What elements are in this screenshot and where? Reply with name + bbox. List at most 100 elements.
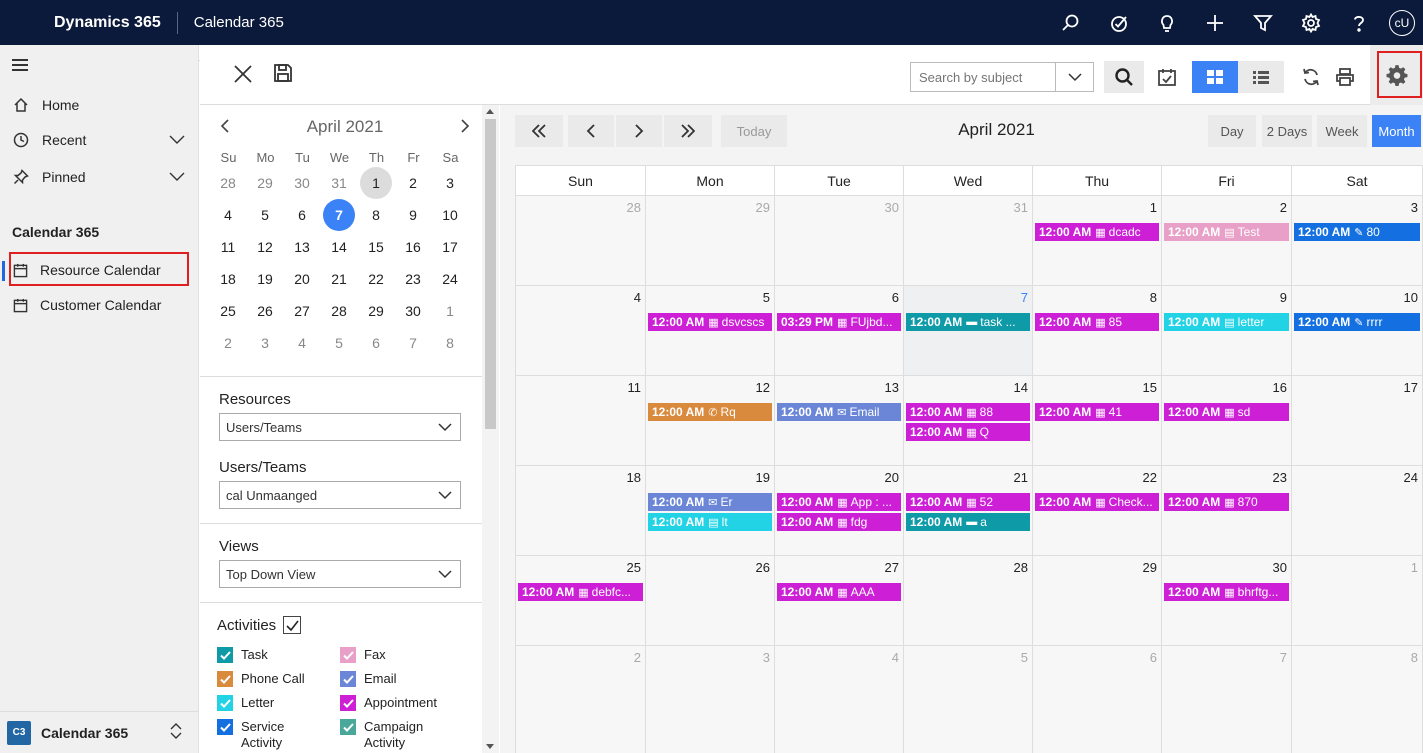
view-week-button[interactable]: Week: [1317, 115, 1367, 147]
day-cell[interactable]: 7: [1162, 646, 1292, 753]
day-cell[interactable]: 18: [516, 466, 646, 556]
day-number[interactable]: 11: [628, 380, 642, 395]
mini-calendar-day[interactable]: 2: [397, 167, 429, 199]
day-cell[interactable]: 16 12:00 AM ▦ sd: [1162, 376, 1292, 466]
hamburger-menu-icon[interactable]: [12, 59, 28, 74]
day-number[interactable]: 4: [892, 650, 899, 665]
mini-calendar-day[interactable]: 29: [249, 167, 281, 199]
calendar-event[interactable]: 12:00 AM ▬ a: [906, 513, 1030, 531]
mini-calendar-day[interactable]: 30: [397, 295, 429, 327]
day-number[interactable]: 29: [1143, 560, 1157, 575]
calendar-event[interactable]: 12:00 AM ✎ 80: [1294, 223, 1420, 241]
day-number[interactable]: 8: [1411, 650, 1418, 665]
day-cell[interactable]: 8 12:00 AM ▦ 85: [1033, 286, 1162, 376]
chevron-down-icon[interactable]: [1055, 63, 1093, 91]
day-number[interactable]: 6: [1150, 650, 1157, 665]
mini-calendar-day[interactable]: 8: [360, 199, 392, 231]
calendar-event[interactable]: 12:00 AM ▤ lt: [648, 513, 772, 531]
mini-calendar-day[interactable]: 28: [323, 295, 355, 327]
mini-calendar-day[interactable]: 19: [249, 263, 281, 295]
mini-calendar-day[interactable]: 18: [212, 263, 244, 295]
search-by-subject[interactable]: [910, 62, 1094, 92]
close-icon[interactable]: [232, 63, 254, 88]
day-cell[interactable]: 9 12:00 AM ▤ letter: [1162, 286, 1292, 376]
day-number[interactable]: 7: [1021, 290, 1028, 305]
day-cell[interactable]: 11: [516, 376, 646, 466]
day-cell[interactable]: 15 12:00 AM ▦ 41: [1033, 376, 1162, 466]
mini-calendar-day[interactable]: 7: [397, 327, 429, 359]
activity-filter-item[interactable]: Campaign Activity: [340, 719, 434, 751]
mini-calendar-day[interactable]: 29: [360, 295, 392, 327]
day-number[interactable]: 24: [1404, 470, 1418, 485]
activity-checkbox[interactable]: [340, 671, 356, 687]
mini-calendar-day[interactable]: 6: [360, 327, 392, 359]
calendar-event[interactable]: 12:00 AM ▦ Check...: [1035, 493, 1159, 511]
day-cell[interactable]: 7 12:00 AM ▬ task ...: [904, 286, 1033, 376]
mini-calendar-day[interactable]: 16: [397, 231, 429, 263]
day-number[interactable]: 10: [1404, 290, 1418, 305]
calendar-event[interactable]: 12:00 AM ✉ Er: [648, 493, 772, 511]
day-cell[interactable]: 30 12:00 AM ▦ bhrftg...: [1162, 556, 1292, 646]
day-number[interactable]: 1: [1150, 200, 1157, 215]
nav-item-customer-calendar[interactable]: Customer Calendar: [0, 288, 199, 322]
search-button[interactable]: [1104, 61, 1144, 93]
calendar-event[interactable]: 12:00 AM ▬ task ...: [906, 313, 1030, 331]
activity-checkbox[interactable]: [217, 695, 233, 711]
day-cell[interactable]: 6: [1033, 646, 1162, 753]
day-number[interactable]: 21: [1014, 470, 1028, 485]
brand-name[interactable]: Dynamics 365: [44, 11, 178, 34]
day-number[interactable]: 16: [1273, 380, 1287, 395]
nav-item-home[interactable]: Home: [0, 88, 199, 122]
calendar-event[interactable]: 12:00 AM ✉ Email: [777, 403, 901, 421]
day-cell[interactable]: 29: [646, 196, 775, 286]
day-number[interactable]: 5: [763, 290, 770, 305]
calendar-event[interactable]: 12:00 AM ▤ letter: [1164, 313, 1289, 331]
nav-item-pinned[interactable]: Pinned: [0, 160, 199, 194]
day-cell[interactable]: 20 12:00 AM ▦ App : ... 12:00 AM ▦ fdg: [775, 466, 904, 556]
scroll-down-arrow[interactable]: [486, 744, 494, 749]
calendar-event[interactable]: 12:00 AM ▦ 88: [906, 403, 1030, 421]
task-check-icon[interactable]: [1095, 0, 1143, 45]
day-cell[interactable]: 30: [775, 196, 904, 286]
calendar-event[interactable]: 12:00 AM ▦ dcadc: [1035, 223, 1159, 241]
day-number[interactable]: 22: [1143, 470, 1157, 485]
mini-calendar-day[interactable]: 15: [360, 231, 392, 263]
activity-filter-item[interactable]: Email: [340, 671, 434, 687]
calendar-event[interactable]: 12:00 AM ▦ debfc...: [518, 583, 643, 601]
day-number[interactable]: 31: [1014, 200, 1028, 215]
calendar-check-icon[interactable]: [1150, 61, 1184, 93]
day-cell[interactable]: 19 12:00 AM ✉ Er 12:00 AM ▤ lt: [646, 466, 775, 556]
day-cell[interactable]: 14 12:00 AM ▦ 88 12:00 AM ▦ Q: [904, 376, 1033, 466]
day-cell[interactable]: 10 12:00 AM ✎ rrrr: [1292, 286, 1423, 376]
day-number[interactable]: 28: [1014, 560, 1028, 575]
mini-calendar-day[interactable]: 6: [286, 199, 318, 231]
chevron-down-icon[interactable]: [169, 132, 185, 148]
activity-filter-item[interactable]: Phone Call: [217, 671, 311, 687]
day-number[interactable]: 4: [634, 290, 641, 305]
day-cell[interactable]: 4: [775, 646, 904, 753]
day-cell[interactable]: 26: [646, 556, 775, 646]
panel-scrollbar[interactable]: [482, 105, 499, 753]
day-number[interactable]: 19: [756, 470, 770, 485]
search-icon[interactable]: [1047, 0, 1095, 45]
day-number[interactable]: 30: [1273, 560, 1287, 575]
view-day-button[interactable]: Day: [1208, 115, 1256, 147]
search-input[interactable]: [911, 63, 1055, 91]
views-select[interactable]: Top Down View: [219, 560, 461, 588]
calendar-event[interactable]: 12:00 AM ▦ 52: [906, 493, 1030, 511]
day-cell[interactable]: 13 12:00 AM ✉ Email: [775, 376, 904, 466]
day-cell[interactable]: 28: [516, 196, 646, 286]
day-number[interactable]: 12: [756, 380, 770, 395]
day-cell[interactable]: 2: [516, 646, 646, 753]
day-cell[interactable]: 6 03:29 PM ▦ FUjbd...: [775, 286, 904, 376]
day-number[interactable]: 25: [627, 560, 641, 575]
chevron-left-icon[interactable]: [220, 118, 230, 136]
mini-calendar-day[interactable]: 20: [286, 263, 318, 295]
activity-filter-item[interactable]: Fax: [340, 647, 434, 663]
mini-calendar-day[interactable]: 21: [323, 263, 355, 295]
day-cell[interactable]: 27 12:00 AM ▦ AAA: [775, 556, 904, 646]
activity-filter-item[interactable]: Appointment: [340, 695, 437, 711]
day-cell[interactable]: 1 12:00 AM ▦ dcadc: [1033, 196, 1162, 286]
mini-calendar-day[interactable]: 1: [434, 295, 466, 327]
mini-calendar-day[interactable]: 1: [360, 167, 392, 199]
